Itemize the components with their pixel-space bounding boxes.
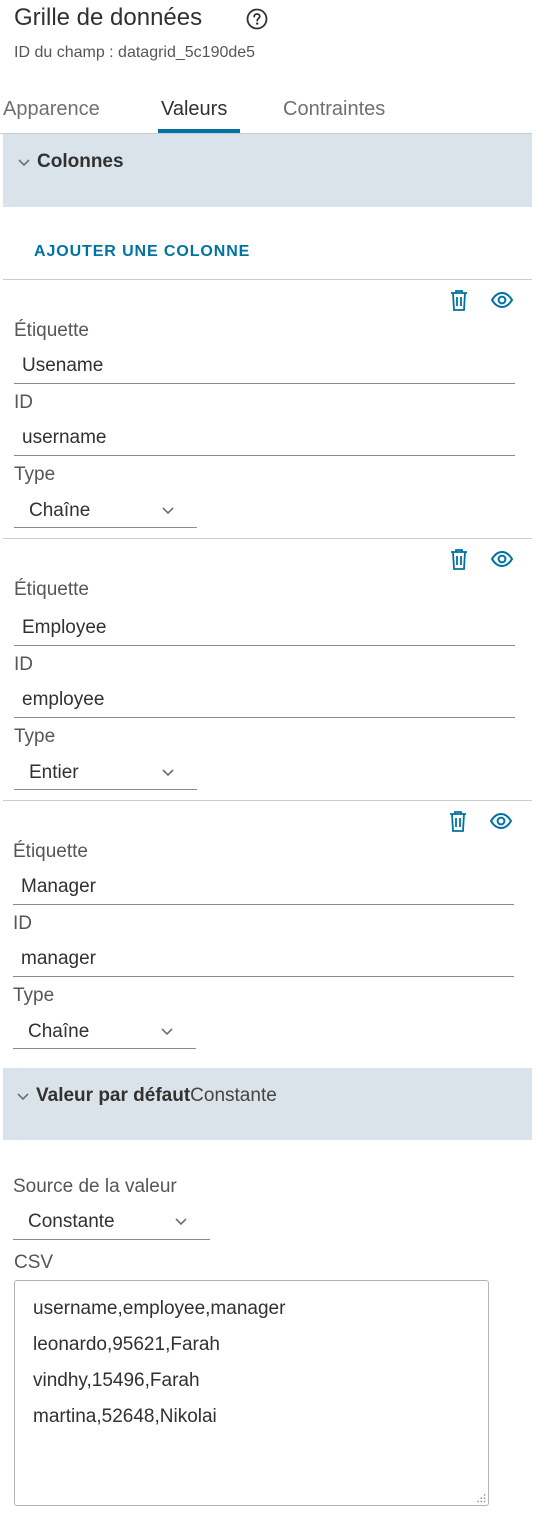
csv-caption: CSV: [14, 1252, 54, 1273]
label-input-underline: [13, 904, 514, 905]
type-caption: Type: [13, 985, 55, 1006]
chevron-down-icon[interactable]: [174, 1217, 188, 1227]
column-divider: [3, 800, 532, 801]
source-select[interactable]: Constante: [28, 1211, 115, 1233]
type-select-underline: [14, 527, 197, 528]
type-select[interactable]: Chaîne: [29, 500, 90, 522]
csv-line: vindhy,15496,Farah: [33, 1370, 200, 1391]
id-caption: ID: [14, 654, 33, 675]
type-caption: Type: [14, 464, 56, 485]
colonnes-title: Colonnes: [37, 151, 124, 172]
trash-icon[interactable]: [446, 809, 470, 833]
type-select-underline: [14, 789, 197, 790]
help-icon[interactable]: [246, 8, 268, 30]
chevron-down-icon: [17, 1093, 29, 1101]
label-input[interactable]: Usename: [22, 355, 103, 377]
tab-apparence[interactable]: Apparence: [3, 98, 100, 121]
resize-handle-icon[interactable]: [476, 1493, 486, 1503]
trash-icon[interactable]: [447, 547, 471, 571]
eye-icon[interactable]: [490, 547, 514, 571]
label-caption: Étiquette: [13, 841, 88, 862]
id-input[interactable]: username: [22, 427, 107, 449]
trash-icon[interactable]: [447, 288, 471, 312]
tab-valeurs[interactable]: Valeurs: [161, 98, 227, 121]
id-caption: ID: [13, 913, 32, 934]
default-value-section-header[interactable]: Valeur par défautConstante: [3, 1068, 532, 1140]
default-value-title: Valeur par défaut: [36, 1085, 191, 1106]
csv-line: martina,52648,Nikolai: [33, 1406, 217, 1427]
eye-icon[interactable]: [490, 288, 514, 312]
chevron-down-icon[interactable]: [160, 1027, 174, 1037]
label-input[interactable]: Employee: [22, 617, 107, 639]
csv-line: leonardo,95621,Farah: [33, 1334, 220, 1355]
column-divider: [3, 538, 532, 539]
type-caption: Type: [14, 726, 56, 747]
id-input-underline: [13, 976, 514, 977]
column-divider: [3, 279, 532, 280]
chevron-down-icon: [18, 159, 30, 167]
type-select[interactable]: Chaîne: [28, 1021, 89, 1043]
id-caption: ID: [14, 392, 33, 413]
eye-icon[interactable]: [489, 809, 513, 833]
panel-title: Grille de données: [14, 4, 203, 31]
tab-contraintes[interactable]: Contraintes: [283, 98, 385, 121]
default-value-subtitle: Constante: [190, 1085, 277, 1106]
id-input[interactable]: manager: [21, 948, 96, 970]
chevron-down-icon[interactable]: [161, 768, 175, 778]
field-id: ID du champ : datagrid_5c190de5: [14, 44, 256, 61]
type-select-underline: [13, 1048, 196, 1049]
chevron-down-icon[interactable]: [161, 506, 175, 516]
id-input[interactable]: employee: [22, 689, 104, 711]
source-caption: Source de la valeur: [13, 1176, 177, 1197]
add-column-button[interactable]: AJOUTER UNE COLONNE: [34, 243, 250, 261]
label-caption: Étiquette: [14, 320, 89, 341]
id-input-underline: [14, 717, 515, 718]
csv-line: username,employee,manager: [33, 1298, 286, 1319]
label-caption: Étiquette: [14, 579, 89, 600]
id-input-underline: [14, 455, 515, 456]
label-input-underline: [14, 645, 515, 646]
csv-textarea[interactable]: username,employee,manager leonardo,95621…: [14, 1280, 489, 1506]
source-select-underline: [13, 1239, 210, 1240]
colonnes-section-header[interactable]: Colonnes: [3, 134, 532, 207]
label-input-underline: [14, 383, 515, 384]
label-input[interactable]: Manager: [21, 876, 96, 898]
type-select[interactable]: Entier: [29, 762, 79, 784]
